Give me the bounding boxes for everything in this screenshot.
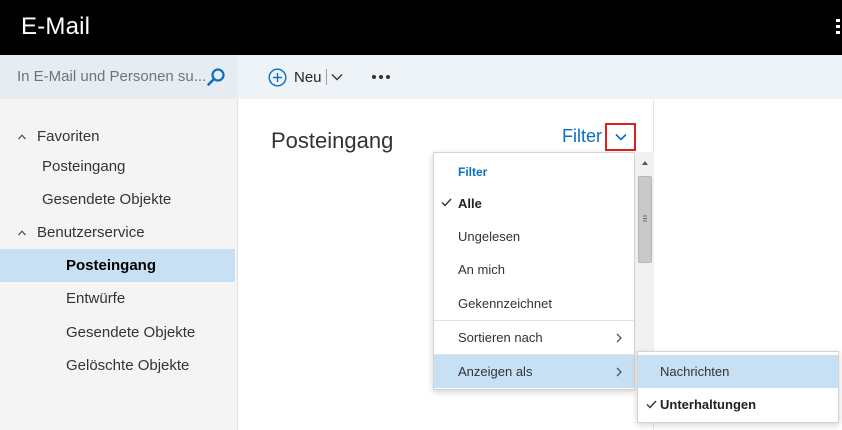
menu-item-label: Anzeigen als [458,364,533,379]
chevron-up-icon[interactable] [17,228,27,238]
app-launcher-icon[interactable] [836,19,842,37]
search-box[interactable]: In E-Mail und Personen su... [0,55,238,99]
top-bar: E-Mail [0,0,842,55]
view-as-item[interactable]: Anzeigen als [434,355,634,388]
menu-item-label: Unterhaltungen [660,397,757,412]
filter-option-flagged[interactable]: Gekennzeichnet [434,287,634,320]
menu-item-label: Alle [458,196,482,211]
chevron-up-icon[interactable] [17,132,27,142]
folder-item-drafts[interactable]: Entwürfe [0,282,235,315]
menu-item-label: Nachrichten [660,364,730,379]
nav-item-label: Gesendete Objekte [42,191,172,208]
checkmark-icon [441,198,452,207]
nav-item-label: Gesendete Objekte [66,324,196,341]
sort-by-item[interactable]: Sortieren nach [434,321,634,354]
filter-option-to-me[interactable]: An mich [434,253,634,286]
folder-item-sent[interactable]: Gesendete Objekte [0,316,235,349]
chevron-right-icon [616,333,622,343]
group-favorites[interactable]: Favoriten [17,128,100,145]
favorites-item-inbox[interactable]: Posteingang [0,150,235,183]
menu-item-label: Ungelesen [458,229,521,244]
folder-item-inbox[interactable]: Posteingang [0,249,235,282]
app-title: E-Mail [21,13,91,40]
view-option-messages[interactable]: Nachrichten [638,355,838,388]
more-dot-icon [386,75,390,79]
filter-option-all[interactable]: Alle [434,187,634,220]
favorites-item-sent[interactable]: Gesendete Objekte [0,183,235,216]
menu-item-label: Sortieren nach [458,330,543,345]
chevron-down-icon[interactable] [331,73,343,81]
nav-item-label: Posteingang [66,257,157,274]
search-icon[interactable] [206,67,226,87]
nav-item-label: Posteingang [42,158,126,175]
filter-dropdown-button[interactable] [605,123,636,151]
group-account[interactable]: Benutzerservice [17,224,145,241]
new-button-divider [325,69,327,85]
chevron-down-icon [614,133,627,141]
grip-icon [643,215,647,222]
more-dot-icon [379,75,383,79]
nav-item-label: Gelöschte Objekte [66,357,190,374]
plus-circle-icon [268,67,287,87]
more-dot-icon [372,75,376,79]
group-account-label: Benutzerservice [37,224,145,241]
command-bar: Neu [238,55,842,99]
new-button-label: Neu [294,68,322,86]
more-actions-button[interactable] [372,75,390,79]
search-input[interactable]: In E-Mail und Personen su... [17,68,206,85]
filter-menu-header: Filter [458,165,488,179]
menu-item-label: An mich [458,262,505,277]
folder-pane: Favoriten Posteingang Gesendete Objekte … [0,99,238,430]
menu-item-label: Gekennzeichnet [458,296,552,311]
filter-menu: Filter Alle Ungelesen An mich Gekennzeic… [433,152,635,390]
view-as-submenu: Nachrichten Unterhaltungen [637,351,839,423]
chevron-right-icon [616,367,622,377]
nav-item-label: Entwürfe [66,290,126,307]
scroll-up-arrow-icon[interactable] [642,161,648,165]
filter-option-unread[interactable]: Ungelesen [434,220,634,253]
filter-button[interactable]: Filter [562,126,602,147]
folder-item-deleted[interactable]: Gelöschte Objekte [0,349,235,382]
checkmark-icon [646,400,657,409]
new-message-button[interactable]: Neu [268,66,343,88]
folder-title: Posteingang [271,128,394,153]
view-option-conversations[interactable]: Unterhaltungen [638,388,838,421]
group-favorites-label: Favoriten [37,128,100,145]
scrollbar-thumb[interactable] [638,176,652,263]
